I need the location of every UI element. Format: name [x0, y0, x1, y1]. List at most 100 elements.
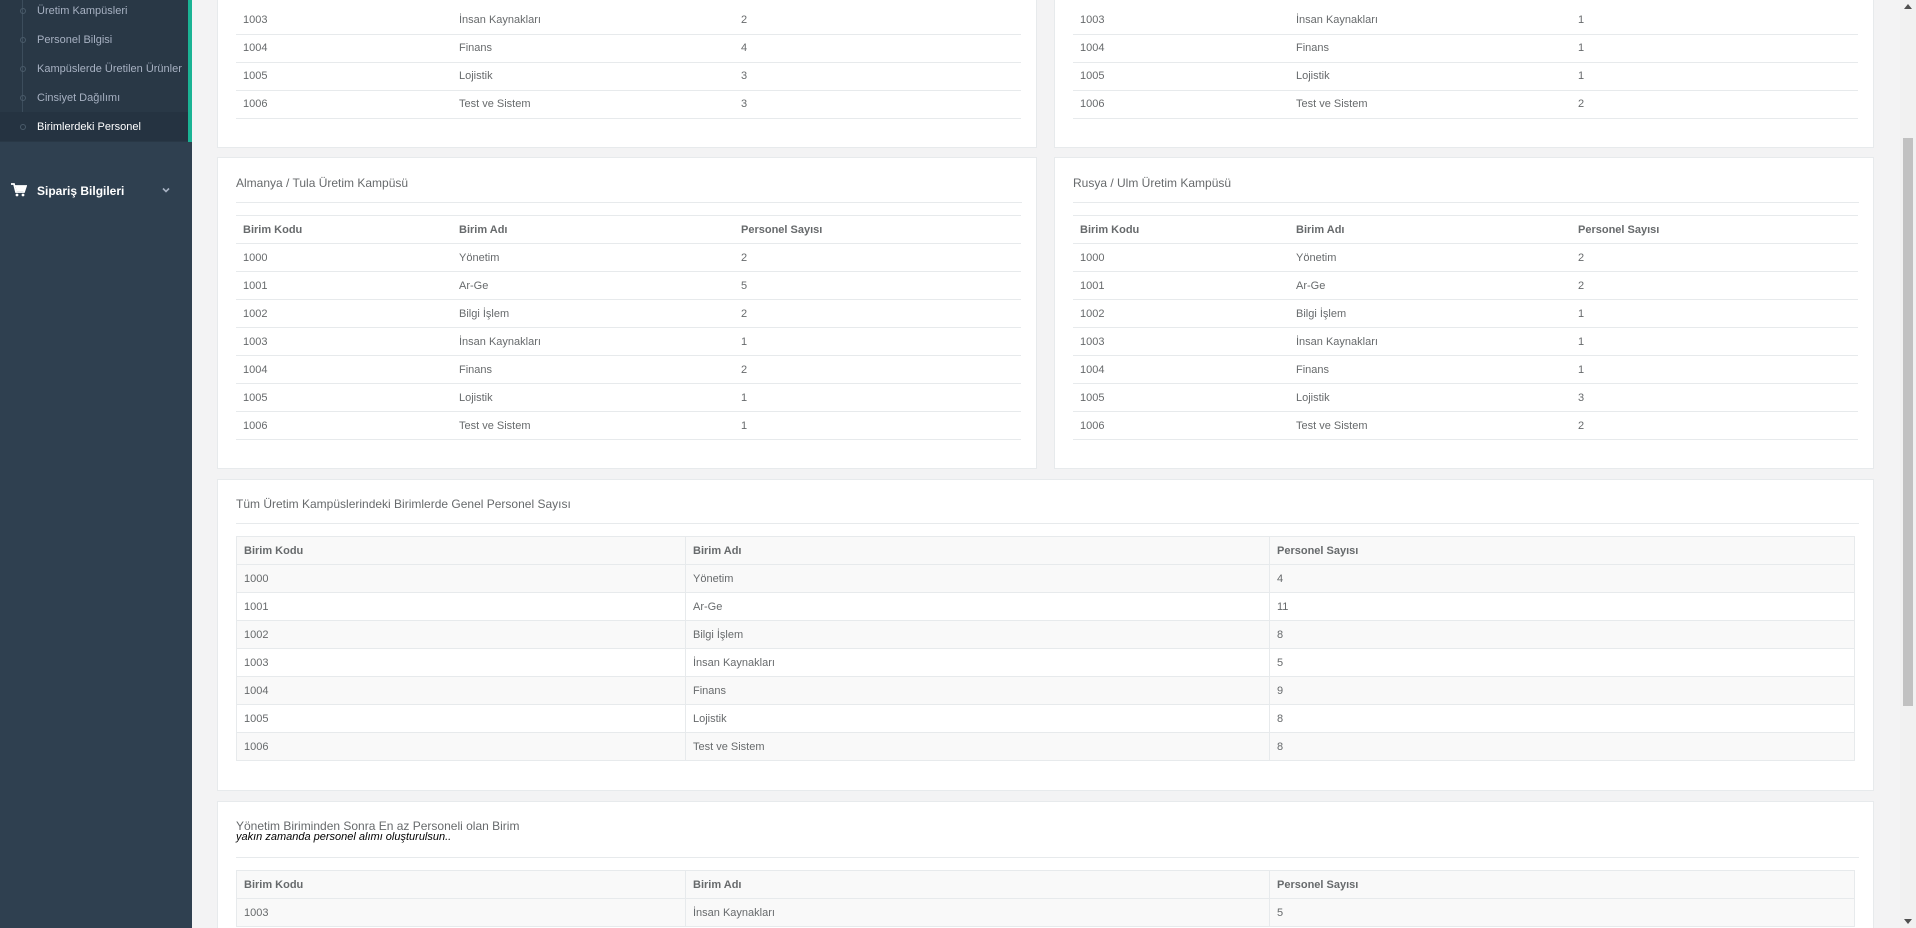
cell-name: Bilgi İşlem — [452, 299, 734, 328]
cell-count: 2 — [1571, 90, 1858, 119]
cell-name: Finans — [452, 355, 734, 384]
table-row: 1006 Test ve Sistem 2 — [1073, 90, 1858, 119]
cell-count: 1 — [734, 327, 1021, 356]
sidebar-item-birimlerdeki-personel[interactable]: Birimlerdeki Personel — [0, 112, 188, 141]
cell-count: 2 — [1571, 271, 1858, 300]
cell-code: 1003 — [236, 6, 452, 35]
cell-name: İnsan Kaynakları — [1289, 327, 1571, 356]
panel-title: Rusya / Ulm Üretim Kampüsü — [1073, 176, 1232, 190]
table-row: 1005 Lojistik 8 — [236, 704, 1855, 733]
panel-top-right: 1003 İnsan Kaynakları 1 1004 Finans 1 1005 Loji… — [1054, 0, 1874, 148]
sidebar-item-personel-bilgisi[interactable]: Personel Bilgisi — [0, 25, 188, 54]
sidebar-item-cinsiyet[interactable]: Cinsiyet Dağılımı — [0, 83, 188, 112]
cell-name: Lojistik — [1289, 383, 1571, 412]
cell-count: 5 — [734, 271, 1021, 300]
scroll-thumb[interactable] — [1903, 138, 1913, 706]
table-row: 1004 Finans 9 — [236, 676, 1855, 705]
cell-code: 1005 — [236, 704, 686, 733]
cell-count: 4 — [734, 34, 1021, 63]
cell-code: 1000 — [236, 243, 452, 272]
sidebar-item-label: Üretim Kampüsleri — [37, 4, 128, 17]
cell-code: 1003 — [236, 648, 686, 677]
bullet-icon — [20, 123, 26, 130]
table-row: 1002 Bilgi İşlem 1 — [1073, 299, 1858, 328]
table-row: 1000 Yönetim 2 — [1073, 243, 1858, 272]
cell-code: 1005 — [1073, 383, 1289, 412]
cell-count: 8 — [1269, 704, 1855, 733]
cell-code: 1003 — [236, 327, 452, 356]
panel-title: Almanya / Tula Üretim Kampüsü — [236, 176, 409, 190]
cell-code: 1004 — [236, 676, 686, 705]
cell-code: 1003 — [236, 898, 686, 927]
cell-name: Finans — [685, 676, 1270, 705]
cell-count: 2 — [1571, 243, 1858, 272]
page-scrollbar[interactable] — [1900, 0, 1916, 928]
table-all-campuses: Birim Kodu Birim Adı Personel Sayısı 100… — [236, 536, 1855, 761]
bullet-icon — [20, 65, 26, 72]
cell-count: 2 — [734, 6, 1021, 35]
cell-name: Bilgi İşlem — [1289, 299, 1571, 328]
cell-name: Test ve Sistem — [1289, 90, 1571, 119]
bullet-icon — [20, 7, 26, 14]
table-row: 1003 İnsan Kaynakları 5 — [236, 898, 1855, 927]
cell-code: 1005 — [236, 383, 452, 412]
cell-code: 1004 — [236, 34, 452, 63]
cell-count: 8 — [1269, 732, 1855, 761]
divider — [236, 523, 1859, 524]
cell-code: 1000 — [236, 564, 686, 593]
column-header: Personel Sayısı — [1269, 536, 1855, 565]
cell-count: 8 — [1269, 620, 1855, 649]
cell-name: Bilgi İşlem — [685, 620, 1270, 649]
main-content: 1003 İnsan Kaynakları 2 1004 Finans 4 1005 Loji… — [192, 0, 1900, 928]
chevron-down-icon — [162, 187, 170, 193]
table-top-right: 1003 İnsan Kaynakları 1 1004 Finans 1 1005 Loji… — [1073, 6, 1858, 119]
column-header: Birim Adı — [1289, 215, 1571, 244]
table-row: 1003 İnsan Kaynakları 1 — [236, 327, 1021, 356]
cell-count: 1 — [734, 383, 1021, 412]
table-row: 1001 Ar-Ge 2 — [1073, 271, 1858, 300]
column-header: Personel Sayısı — [1571, 215, 1858, 244]
cell-name: İnsan Kaynakları — [685, 648, 1270, 677]
cell-count: 1 — [1571, 34, 1858, 63]
scroll-up-icon[interactable] — [1904, 4, 1912, 9]
column-header: Birim Kodu — [1073, 215, 1289, 244]
cell-code: 1002 — [236, 620, 686, 649]
cell-code: 1003 — [1073, 6, 1289, 35]
sidebar-item-uretim-kampusleri[interactable]: Üretim Kampüsleri — [0, 0, 188, 25]
cell-count: 1 — [1571, 355, 1858, 384]
cell-code: 1001 — [236, 592, 686, 621]
sidebar-item-label: Kampüslerde Üretilen Ürünler — [37, 62, 182, 75]
cell-code: 1006 — [1073, 411, 1289, 440]
table-row: 1003 İnsan Kaynakları 1 — [1073, 327, 1858, 356]
cell-name: Test ve Sistem — [1289, 411, 1571, 440]
sidebar-item-urunler[interactable]: Kampüslerde Üretilen Ürünler — [0, 54, 188, 83]
cell-code: 1006 — [236, 90, 452, 119]
column-header: Birim Kodu — [236, 870, 686, 899]
submenu-list: Üretim Kampüsleri Personel Bilgisi Kampü… — [0, 0, 192, 142]
cell-name: Finans — [1289, 355, 1571, 384]
column-header: Birim Kodu — [236, 536, 686, 565]
sidebar-item-siparis-bilgileri[interactable]: Sipariş Bilgileri — [0, 176, 192, 206]
scroll-down-icon[interactable] — [1904, 919, 1912, 924]
cell-name: Yönetim — [452, 243, 734, 272]
table-row: 1005 Lojistik 1 — [1073, 62, 1858, 91]
divider — [236, 857, 1859, 858]
cell-name: Finans — [1289, 34, 1571, 63]
cell-count: 2 — [1571, 411, 1858, 440]
sidebar-item-label: Cinsiyet Dağılımı — [37, 91, 121, 104]
table-row: 1006 Test ve Sistem 3 — [236, 90, 1021, 119]
table-row: 1006 Test ve Sistem 1 — [236, 411, 1021, 440]
column-header: Birim Adı — [685, 870, 1270, 899]
table-top-left: 1003 İnsan Kaynakları 2 1004 Finans 4 1005 Loji… — [236, 6, 1021, 119]
column-header: Personel Sayısı — [734, 215, 1021, 244]
cell-count: 1 — [1571, 327, 1858, 356]
cell-code: 1004 — [1073, 355, 1289, 384]
table-row: 1001 Ar-Ge 11 — [236, 592, 1855, 621]
cell-count: 1 — [1571, 299, 1858, 328]
cell-code: 1005 — [1073, 62, 1289, 91]
table-row: 1005 Lojistik 1 — [236, 383, 1021, 412]
cell-count: 3 — [734, 62, 1021, 91]
table-germany: Birim Kodu Birim Adı Personel Sayısı 100… — [236, 215, 1021, 440]
table-row: 1003 İnsan Kaynakları 5 — [236, 648, 1855, 677]
cell-name: İnsan Kaynakları — [685, 898, 1270, 927]
